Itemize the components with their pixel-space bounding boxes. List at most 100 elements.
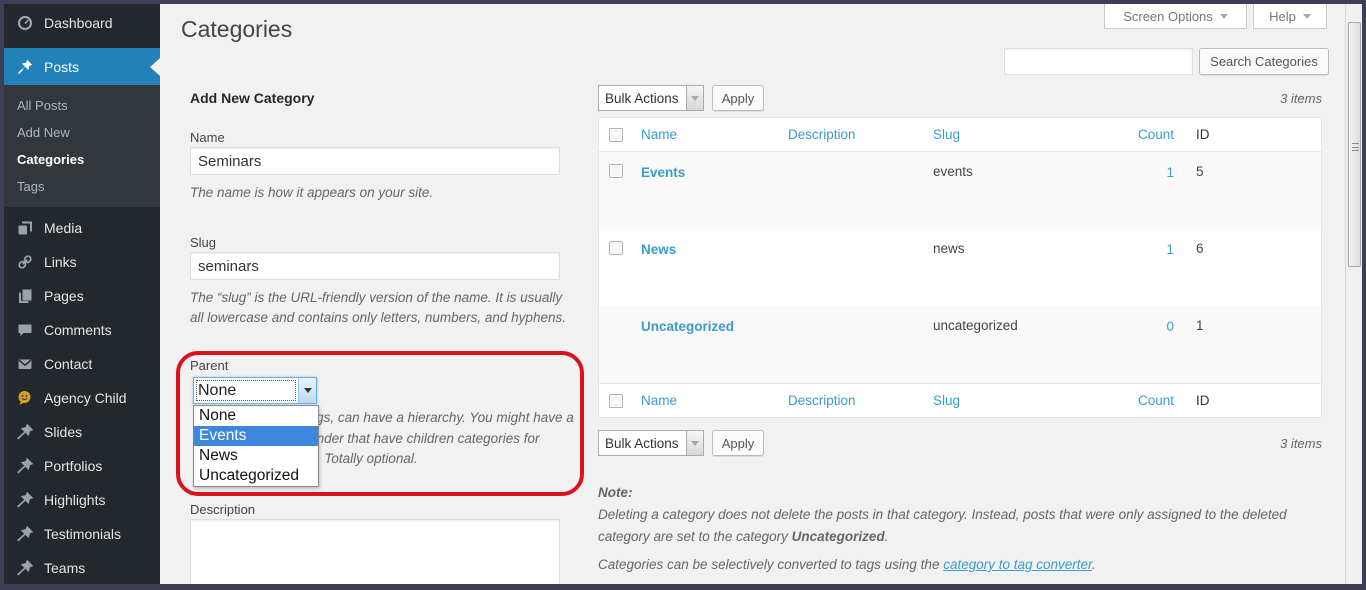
- category-slug: uncategorized: [933, 318, 1118, 333]
- select-arrow-button[interactable]: [686, 431, 703, 455]
- parent-option-none[interactable]: None: [194, 406, 318, 426]
- sidebar-item-comments[interactable]: Comments: [4, 313, 160, 347]
- category-slug: news: [933, 241, 1118, 256]
- column-header-description[interactable]: Description: [788, 127, 856, 142]
- description-textarea[interactable]: [190, 519, 560, 584]
- help-label: Help: [1269, 9, 1296, 24]
- parent-select[interactable]: None: [193, 377, 317, 404]
- column-header-description[interactable]: Description: [788, 393, 856, 408]
- sidebar-item-add-new[interactable]: Add New: [4, 119, 160, 146]
- parent-option-events[interactable]: Events: [194, 426, 318, 446]
- pin-icon: [16, 491, 34, 509]
- table-row-events: Events events 1 5: [599, 152, 1321, 229]
- add-new-category-heading: Add New Category: [190, 90, 314, 106]
- sidebar-item-agency-child[interactable]: Agency Child: [4, 381, 160, 415]
- sidebar-item-dashboard[interactable]: Dashboard: [4, 6, 160, 40]
- items-count-bottom: 3 items: [1202, 436, 1322, 451]
- category-to-tag-converter-link[interactable]: category to tag converter: [943, 557, 1092, 572]
- pin-icon: [16, 559, 34, 577]
- category-count-link[interactable]: 1: [1166, 165, 1174, 180]
- sidebar-item-label: Dashboard: [44, 15, 113, 31]
- help-button[interactable]: Help: [1253, 4, 1327, 29]
- column-header-slug[interactable]: Slug: [933, 393, 960, 408]
- select-all-checkbox[interactable]: [609, 394, 623, 408]
- smiley-bubble-icon: [16, 389, 34, 407]
- sidebar-item-all-posts[interactable]: All Posts: [4, 92, 160, 119]
- scrollbar-grip-icon: [1352, 143, 1359, 151]
- chevron-down-icon: [1220, 14, 1228, 19]
- search-categories-button[interactable]: Search Categories: [1199, 48, 1329, 75]
- apply-button-bottom[interactable]: Apply: [712, 430, 764, 456]
- sidebar-item-portfolios[interactable]: Portfolios: [4, 449, 160, 483]
- column-header-count[interactable]: Count: [1138, 393, 1174, 408]
- active-menu-arrow: [150, 58, 160, 76]
- description-label: Description: [190, 502, 255, 517]
- sidebar-item-testimonials[interactable]: Testimonials: [4, 517, 160, 551]
- sidebar-item-label: Portfolios: [44, 458, 102, 474]
- sidebar-item-label: Pages: [44, 288, 84, 304]
- name-input[interactable]: [190, 147, 560, 175]
- chevron-down-icon: [1303, 14, 1311, 19]
- sidebar-item-posts[interactable]: Posts: [4, 48, 160, 85]
- sidebar-item-tags[interactable]: Tags: [4, 173, 160, 200]
- parent-select-dropdown: None Events News Uncategorized: [193, 405, 319, 487]
- column-header-count[interactable]: Count: [1138, 127, 1174, 142]
- slug-label: Slug: [190, 235, 216, 250]
- row-checkbox[interactable]: [609, 241, 623, 255]
- page-title: Categories: [181, 16, 292, 43]
- column-header-id: ID: [1196, 127, 1210, 142]
- table-row-news: News news 1 6: [599, 229, 1321, 306]
- vertical-scrollbar[interactable]: [1345, 4, 1362, 584]
- category-slug: events: [933, 164, 1118, 179]
- items-count-top: 3 items: [1202, 91, 1322, 106]
- sidebar-item-pages[interactable]: Pages: [4, 279, 160, 313]
- parent-option-news[interactable]: News: [194, 446, 318, 466]
- sidebar-item-contact[interactable]: Contact: [4, 347, 160, 381]
- sidebar-item-teams[interactable]: Teams: [4, 551, 160, 584]
- pin-icon: [16, 457, 34, 475]
- pin-icon: [16, 58, 34, 76]
- bulk-actions-select-top[interactable]: Bulk Actions: [598, 85, 704, 111]
- admin-page: Dashboard Posts All Posts Add New Catego…: [4, 4, 1345, 584]
- dashboard-icon: [16, 14, 34, 32]
- admin-sidebar: Dashboard Posts All Posts Add New Catego…: [4, 4, 160, 584]
- bulk-actions-select-bottom[interactable]: Bulk Actions: [598, 430, 704, 456]
- table-row-uncategorized: Uncategorized uncategorized 0 1: [599, 306, 1321, 383]
- table-header-row: Name Description Slug Count ID: [599, 118, 1321, 152]
- category-name-link[interactable]: Uncategorized: [641, 319, 734, 334]
- category-count-link[interactable]: 0: [1166, 319, 1174, 334]
- sidebar-item-label: Teams: [44, 560, 85, 576]
- column-header-id: ID: [1196, 393, 1210, 408]
- scrollbar-thumb[interactable]: [1348, 22, 1361, 267]
- select-arrow-button[interactable]: [298, 378, 316, 403]
- column-header-slug[interactable]: Slug: [933, 127, 960, 142]
- chevron-down-icon: [691, 441, 699, 446]
- slug-help-text: The “slug” is the URL-friendly version o…: [190, 288, 568, 328]
- select-all-checkbox[interactable]: [609, 128, 623, 142]
- sidebar-item-links[interactable]: Links: [4, 245, 160, 279]
- sidebar-item-categories[interactable]: Categories: [4, 146, 160, 173]
- sidebar-item-highlights[interactable]: Highlights: [4, 483, 160, 517]
- parent-option-uncategorized[interactable]: Uncategorized: [194, 466, 318, 486]
- column-header-name[interactable]: Name: [641, 393, 677, 408]
- column-header-name[interactable]: Name: [641, 127, 677, 142]
- sidebar-item-label: Contact: [44, 356, 92, 372]
- category-name-link[interactable]: News: [641, 242, 676, 257]
- media-icon: [16, 219, 34, 237]
- category-count-link[interactable]: 1: [1166, 242, 1174, 257]
- sidebar-item-slides[interactable]: Slides: [4, 415, 160, 449]
- apply-button-top[interactable]: Apply: [712, 85, 764, 111]
- row-checkbox[interactable]: [609, 164, 623, 178]
- category-name-link[interactable]: Events: [641, 165, 685, 180]
- slug-input[interactable]: [190, 252, 560, 280]
- select-arrow-button[interactable]: [686, 86, 703, 110]
- bulk-actions-value: Bulk Actions: [599, 431, 686, 455]
- screen-options-label: Screen Options: [1123, 9, 1213, 24]
- sidebar-item-media[interactable]: Media: [4, 211, 160, 245]
- note-paragraph-2: Categories can be selectively converted …: [598, 554, 1330, 576]
- screen-options-button[interactable]: Screen Options: [1104, 4, 1247, 29]
- sidebar-item-label: Media: [44, 220, 82, 236]
- table-footer-row: Name Description Slug Count ID: [599, 383, 1321, 417]
- links-icon: [16, 253, 34, 271]
- search-input[interactable]: [1004, 48, 1193, 75]
